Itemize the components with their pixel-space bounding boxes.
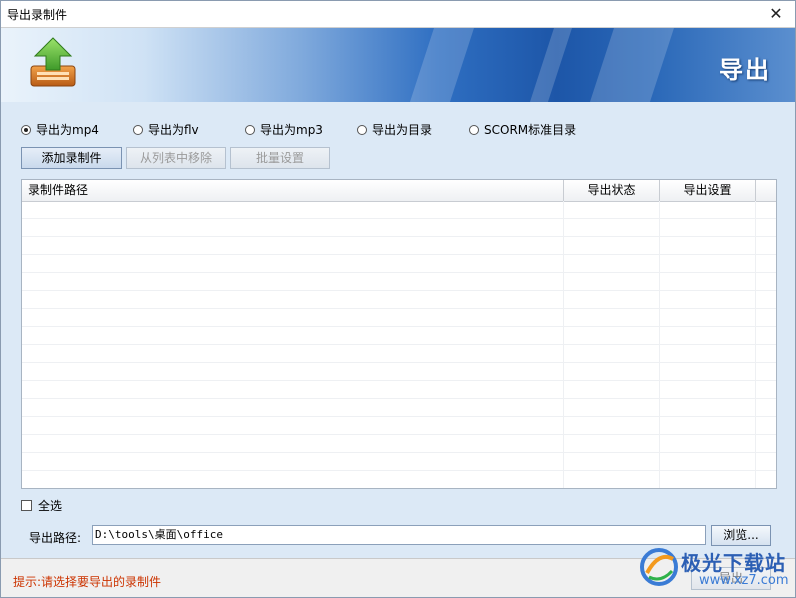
radio-export-mp3[interactable]: 导出为mp3 <box>245 121 323 138</box>
table-row <box>22 435 776 453</box>
column-header-settings[interactable]: 导出设置 <box>660 180 756 201</box>
radio-export-mp4[interactable]: 导出为mp4 <box>21 121 99 138</box>
export-dialog: 导出录制件 ✕ 导出 导出为mp4 导出为flv 导出为mp3 导出为目录 SC… <box>0 0 796 598</box>
banner-title: 导出 <box>719 56 771 84</box>
export-path-input[interactable]: D:\tools\桌面\office <box>92 525 706 545</box>
recordings-table[interactable]: 录制件路径 导出状态 导出设置 <box>21 179 777 489</box>
table-header: 录制件路径 导出状态 导出设置 <box>22 180 776 202</box>
table-row <box>22 381 776 399</box>
radio-label: 导出为mp4 <box>36 123 99 137</box>
column-header-status[interactable]: 导出状态 <box>564 180 660 201</box>
table-row <box>22 237 776 255</box>
export-format-options: 导出为mp4 导出为flv 导出为mp3 导出为目录 SCORM标准目录 <box>21 121 721 139</box>
radio-indicator[interactable] <box>133 124 143 135</box>
radio-indicator[interactable] <box>21 124 31 135</box>
export-upload-icon <box>30 37 76 87</box>
table-row <box>22 219 776 237</box>
column-header-path[interactable]: 录制件路径 <box>22 180 564 201</box>
table-row <box>22 327 776 345</box>
table-row <box>22 201 776 219</box>
table-row <box>22 417 776 435</box>
title-bar: 导出录制件 ✕ <box>1 1 795 28</box>
table-row <box>22 291 776 309</box>
remove-from-list-button[interactable]: 从列表中移除 <box>126 147 226 169</box>
table-row <box>22 453 776 471</box>
export-path-label: 导出路径: <box>29 531 82 545</box>
watermark-text: 极光下载站 <box>681 551 786 575</box>
batch-settings-button[interactable]: 批量设置 <box>230 147 330 169</box>
watermark-logo-icon <box>640 548 678 586</box>
table-row <box>22 345 776 363</box>
site-watermark: 极光下载站 www.xz7.com <box>637 545 793 593</box>
watermark-url: www.xz7.com <box>699 573 789 588</box>
radio-label: 导出为目录 <box>372 123 433 137</box>
select-all-label: 全选 <box>38 499 63 513</box>
close-button[interactable]: ✕ <box>761 3 791 25</box>
select-all-checkbox[interactable]: 全选 <box>21 497 62 514</box>
radio-indicator[interactable] <box>245 124 255 135</box>
radio-export-directory[interactable]: 导出为目录 <box>357 121 432 138</box>
table-row <box>22 309 776 327</box>
table-row <box>22 255 776 273</box>
radio-indicator[interactable] <box>469 124 479 135</box>
radio-export-flv[interactable]: 导出为flv <box>133 121 199 138</box>
radio-label: 导出为flv <box>148 123 199 137</box>
table-row <box>22 471 776 488</box>
table-row <box>22 363 776 381</box>
radio-indicator[interactable] <box>357 124 367 135</box>
header-banner: 导出 <box>1 28 795 102</box>
radio-export-scorm[interactable]: SCORM标准目录 <box>469 121 576 138</box>
radio-label: SCORM标准目录 <box>484 123 577 137</box>
add-recording-button[interactable]: 添加录制件 <box>21 147 122 169</box>
hint-text: 提示:请选择要导出的录制件 <box>13 575 162 589</box>
checkbox-box[interactable] <box>21 500 32 511</box>
table-row <box>22 273 776 291</box>
browse-button[interactable]: 浏览... <box>711 525 771 546</box>
window-title: 导出录制件 <box>7 8 68 22</box>
radio-label: 导出为mp3 <box>260 123 323 137</box>
table-row <box>22 399 776 417</box>
